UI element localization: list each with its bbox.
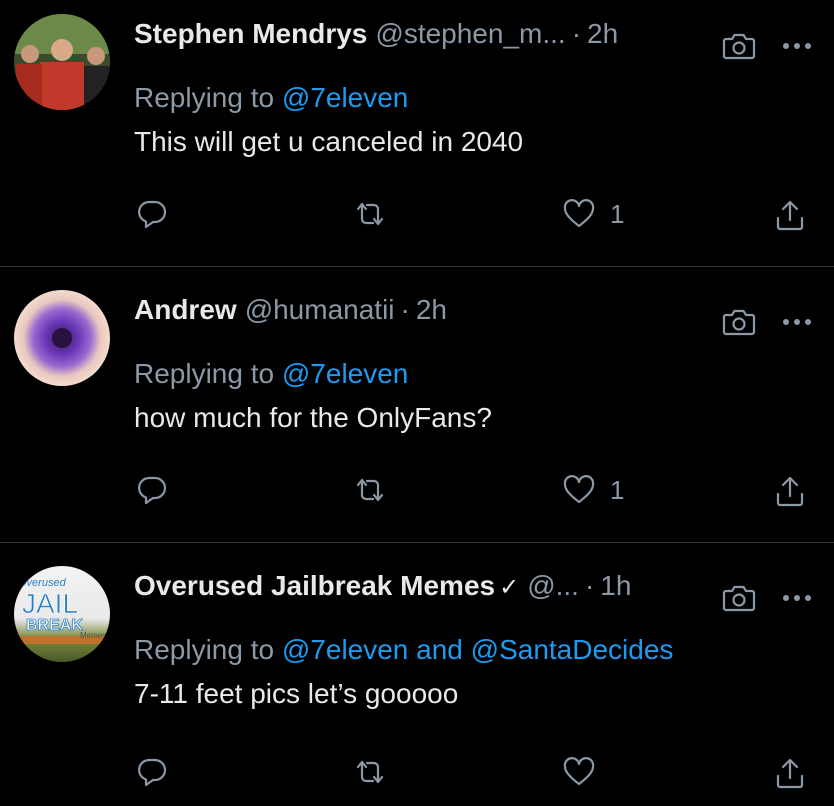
avatar-text: BREAK <box>26 617 83 634</box>
tweet-text: This will get u canceled in 2040 <box>134 126 524 157</box>
like-count: 1 <box>610 474 625 505</box>
reply-icon <box>138 476 167 505</box>
tweet-header: Stephen Mendrys @stephen_m... · 2h <box>134 18 618 58</box>
mention-link[interactable]: @7eleven <box>282 82 409 113</box>
mention-link[interactable]: @7eleven and @SantaDecides <box>282 634 674 665</box>
tweet-2[interactable]: Andrew @humanatii · 2h Replying to @7ele… <box>0 276 834 542</box>
reply-button[interactable] <box>136 198 168 230</box>
share-button[interactable] <box>774 198 806 232</box>
verified-check-icon: ✓ <box>499 574 520 601</box>
replying-to: Replying to @7eleven <box>134 358 408 390</box>
reply-button[interactable] <box>136 756 168 788</box>
avatar-photo <box>14 14 110 110</box>
display-name[interactable]: Overused Jailbreak Memes <box>134 570 495 602</box>
share-button[interactable] <box>774 474 806 508</box>
retweet-button[interactable] <box>354 474 386 506</box>
retweet-icon <box>356 202 384 226</box>
user-handle[interactable]: @stephen_m... <box>375 18 565 50</box>
mention-link[interactable]: @7eleven <box>282 358 409 389</box>
tweet-top-actions <box>722 308 812 336</box>
avatar-photo <box>14 290 110 386</box>
retweet-button[interactable] <box>354 756 386 788</box>
camera-icon[interactable] <box>722 308 756 336</box>
share-icon <box>776 758 804 789</box>
divider <box>0 542 834 543</box>
display-name[interactable]: Stephen Mendrys <box>134 18 367 50</box>
heart-icon <box>563 475 595 504</box>
tweet-top-actions <box>722 32 812 60</box>
retweet-button[interactable] <box>354 198 386 230</box>
separator: · <box>571 18 582 49</box>
tweet-1[interactable]: Stephen Mendrys @stephen_m... · 2h Reply… <box>0 0 834 266</box>
replying-to: Replying to @7eleven <box>134 82 408 114</box>
heart-icon <box>563 199 595 228</box>
tweet-actions: 1 <box>0 474 834 514</box>
share-button[interactable] <box>774 756 806 790</box>
retweet-icon <box>356 760 384 784</box>
tweet-actions <box>0 756 834 796</box>
tweet-text: how much for the OnlyFans? <box>134 402 492 433</box>
reply-button[interactable] <box>136 474 168 506</box>
like-button[interactable] <box>562 756 610 788</box>
camera-icon[interactable] <box>722 584 756 612</box>
camera-icon[interactable] <box>722 32 756 60</box>
tweet-3[interactable]: Overused JAIL BREAK Memes Overused Jailb… <box>0 552 834 806</box>
reply-icon <box>138 758 167 787</box>
tweet-text: 7-11 feet pics let’s gooooo <box>134 678 459 709</box>
more-icon[interactable] <box>782 41 812 51</box>
divider <box>0 266 834 267</box>
more-icon[interactable] <box>782 593 812 603</box>
replying-to-label: Replying to <box>134 634 275 665</box>
separator: · <box>400 294 410 325</box>
tweet-top-actions <box>722 584 812 612</box>
avatar-text: Memes <box>80 631 106 640</box>
avatar[interactable] <box>14 290 110 386</box>
user-handle[interactable]: @... <box>527 570 579 602</box>
tweet-actions: 1 <box>0 198 834 238</box>
avatar[interactable] <box>14 14 110 110</box>
like-count: 1 <box>610 198 625 229</box>
retweet-icon <box>356 478 384 502</box>
like-button[interactable]: 1 <box>562 474 624 506</box>
more-icon[interactable] <box>782 317 812 327</box>
share-icon <box>776 476 804 507</box>
timestamp[interactable]: 2h <box>416 294 447 326</box>
timestamp[interactable]: 1h <box>600 570 631 602</box>
avatar-logo: Overused JAIL BREAK Memes <box>14 566 110 662</box>
separator: · <box>584 570 595 601</box>
replying-to: Replying to @7eleven and @SantaDecides <box>134 634 673 666</box>
heart-icon <box>563 757 595 786</box>
like-button[interactable]: 1 <box>562 198 624 230</box>
tweet-header: Overused Jailbreak Memes ✓ @... · 1h <box>134 570 631 610</box>
replying-to-label: Replying to <box>134 82 275 113</box>
display-name[interactable]: Andrew <box>134 294 237 326</box>
user-handle[interactable]: @humanatii <box>245 294 395 326</box>
replying-to-label: Replying to <box>134 358 275 389</box>
reply-feed: Stephen Mendrys @stephen_m... · 2h Reply… <box>0 0 834 806</box>
reply-icon <box>138 200 167 229</box>
timestamp[interactable]: 2h <box>587 18 618 50</box>
avatar[interactable]: Overused JAIL BREAK Memes <box>14 566 110 662</box>
share-icon <box>776 200 804 231</box>
avatar-text: JAIL <box>22 588 78 619</box>
tweet-header: Andrew @humanatii · 2h <box>134 294 447 334</box>
